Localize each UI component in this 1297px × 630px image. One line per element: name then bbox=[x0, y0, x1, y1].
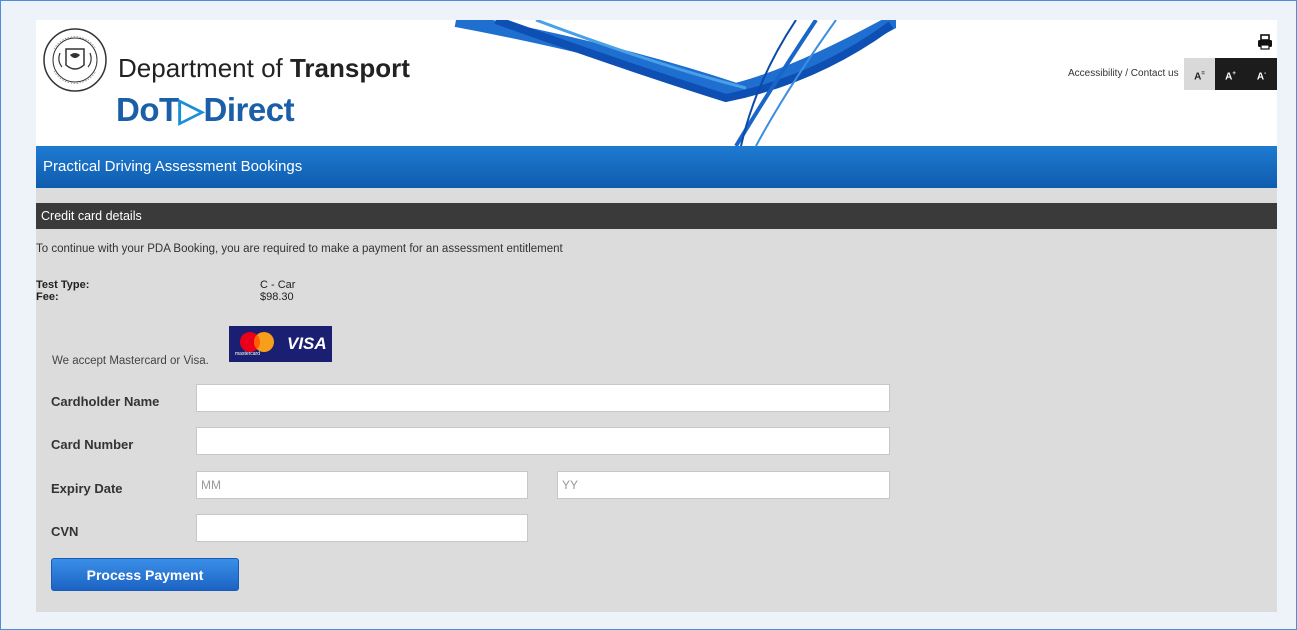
expiry-year-input[interactable] bbox=[557, 471, 890, 499]
visa-icon: VISA bbox=[287, 334, 327, 353]
card-number-input[interactable] bbox=[196, 427, 890, 455]
play-icon: ▷ bbox=[178, 91, 204, 128]
site-header: Department of Transport DoT▷Direct Acces… bbox=[36, 20, 1277, 146]
dotdirect-logo[interactable]: DoT▷Direct bbox=[116, 90, 295, 129]
test-type-value: C - Car bbox=[260, 279, 296, 291]
card-logos: mastercard VISA bbox=[229, 326, 332, 362]
cardholder-name-label: Cardholder Name bbox=[51, 394, 160, 409]
expiry-date-label: Expiry Date bbox=[51, 481, 123, 496]
accepted-cards-text: We accept Mastercard or Visa. bbox=[52, 355, 209, 367]
process-payment-button[interactable]: Process Payment bbox=[51, 558, 239, 591]
page-container: Department of Transport DoT▷Direct Acces… bbox=[36, 20, 1277, 612]
accessibility-contact-link[interactable]: Accessibility / Contact us bbox=[1068, 68, 1179, 79]
cvn-label: CVN bbox=[51, 524, 79, 539]
section-heading: Credit card details bbox=[36, 203, 1277, 229]
font-size-default-button[interactable]: A= bbox=[1184, 58, 1215, 90]
card-number-label: Card Number bbox=[51, 437, 134, 452]
font-size-increase-button[interactable]: A+ bbox=[1215, 58, 1246, 90]
test-type-label: Test Type: bbox=[36, 279, 90, 291]
page-title: Practical Driving Assessment Bookings bbox=[36, 146, 1277, 188]
mastercard-label: mastercard bbox=[235, 351, 261, 357]
fee-label: Fee: bbox=[36, 291, 59, 303]
font-size-decrease-button[interactable]: A- bbox=[1246, 58, 1277, 90]
print-icon[interactable] bbox=[1257, 34, 1273, 50]
wa-government-crest-icon bbox=[43, 28, 107, 92]
expiry-month-input[interactable] bbox=[196, 471, 528, 499]
department-title: Department of Transport bbox=[118, 53, 410, 83]
cardholder-name-input[interactable] bbox=[196, 384, 890, 412]
intro-text: To continue with your PDA Booking, you a… bbox=[36, 243, 563, 255]
decorative-swoosh bbox=[454, 20, 896, 146]
fee-value: $98.30 bbox=[260, 291, 294, 303]
font-size-controls: A= A+ A- bbox=[1184, 58, 1277, 90]
cvn-input[interactable] bbox=[196, 514, 528, 542]
